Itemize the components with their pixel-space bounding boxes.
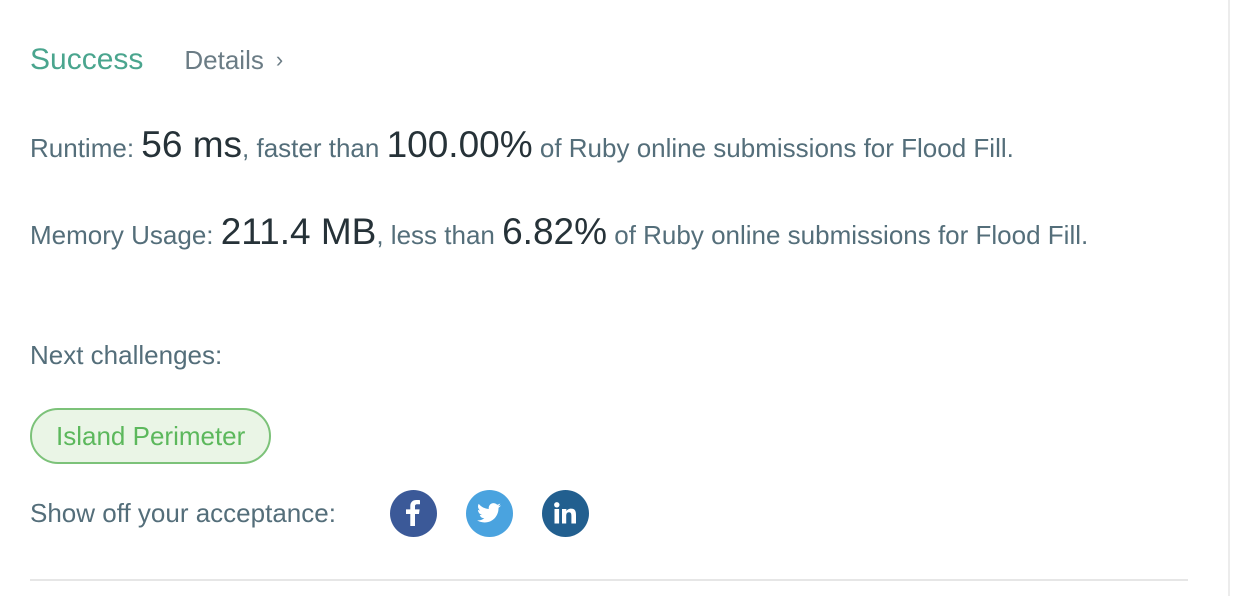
next-challenges-label: Next challenges: bbox=[30, 340, 223, 370]
panel-border bbox=[1228, 0, 1230, 596]
memory-comparison: , less than bbox=[376, 220, 503, 250]
memory-line: Memory Usage: 211.4 MB, less than 6.82% … bbox=[30, 210, 1180, 257]
runtime-line: Runtime: 56 ms, faster than 100.00% of R… bbox=[30, 124, 1014, 166]
facebook-icon bbox=[406, 500, 421, 526]
linkedin-icon bbox=[554, 502, 577, 524]
status-success: Success bbox=[30, 43, 144, 76]
social-share-buttons bbox=[389, 489, 618, 537]
submission-result-panel: Success Details › Runtime: 56 ms, faster… bbox=[0, 0, 1228, 596]
memory-percent: 6.82% bbox=[502, 211, 608, 252]
twitter-share-button[interactable] bbox=[465, 489, 513, 537]
chevron-right-icon: › bbox=[275, 47, 284, 72]
result-header: Success Details › bbox=[30, 38, 283, 82]
details-link[interactable]: Details › bbox=[184, 45, 283, 76]
challenge-tag-island-perimeter[interactable]: Island Perimeter bbox=[30, 408, 272, 464]
runtime-label: Runtime: bbox=[30, 133, 142, 163]
runtime-value: 56 ms bbox=[141, 124, 243, 165]
facebook-share-button[interactable] bbox=[389, 489, 437, 537]
runtime-comparison: , faster than bbox=[242, 133, 387, 163]
memory-value: 211.4 MB bbox=[220, 211, 377, 252]
runtime-suffix: of Ruby online submissions for Flood Fil… bbox=[532, 133, 1014, 163]
details-label: Details bbox=[184, 44, 264, 75]
memory-label: Memory Usage: bbox=[30, 220, 221, 250]
linkedin-share-button[interactable] bbox=[541, 489, 589, 537]
section-divider bbox=[30, 579, 1188, 581]
share-label: Show off your acceptance: bbox=[30, 497, 336, 528]
memory-suffix: of Ruby online submissions for Flood Fil… bbox=[607, 220, 1089, 250]
twitter-icon bbox=[477, 503, 502, 523]
share-row: Show off your acceptance: bbox=[30, 489, 618, 537]
runtime-percent: 100.00% bbox=[386, 124, 533, 165]
